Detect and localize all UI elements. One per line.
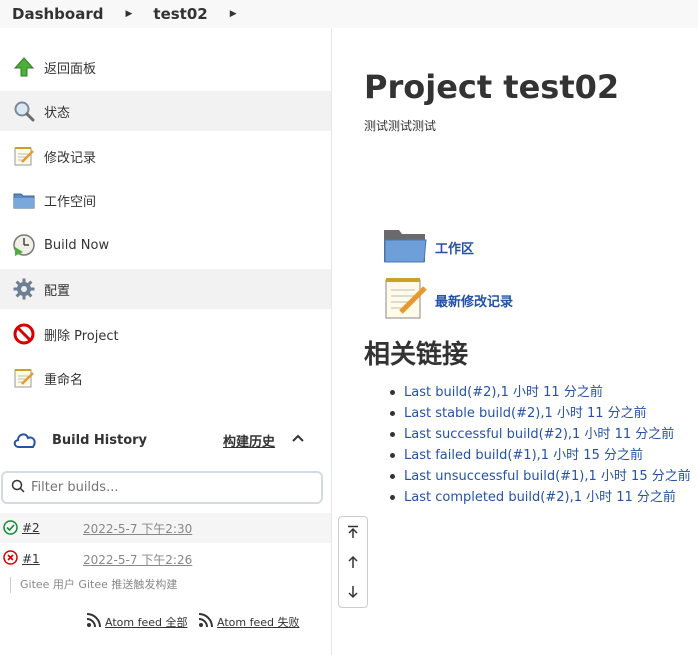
build-row[interactable]: #1 2022-5-7 下午2:26 — [0, 544, 331, 574]
rss-icon — [198, 612, 214, 631]
task-label: 修改记录 — [44, 150, 97, 166]
build-date-link[interactable]: 2022-5-7 下午2:30 — [83, 520, 192, 537]
build-now-icon — [12, 233, 36, 257]
task-label: 工作空间 — [44, 194, 97, 210]
workspace-link-label: 工作区 — [435, 241, 475, 257]
breadcrumb: Dashboard ▶ test02 ▶ — [0, 0, 698, 28]
task-label: Build Now — [44, 237, 110, 253]
success-icon — [3, 520, 18, 538]
search-icon — [12, 99, 36, 123]
task-label: 配置 — [44, 283, 71, 299]
related-links-title: 相关链接 — [364, 340, 469, 370]
task-changes[interactable]: 修改记录 — [0, 136, 331, 176]
build-description: Gitee 用户 Gitee 推送触发构建 — [10, 577, 177, 593]
task-rename[interactable]: 重命名 — [0, 358, 331, 398]
permalink-last-failed-build[interactable]: Last failed build(#1),1 小时 15 分之前 — [386, 445, 691, 466]
cloud-icon — [12, 430, 38, 454]
build-trend-link[interactable]: 构建历史 — [223, 431, 275, 450]
atom-feed-failed-link[interactable]: Atom feed 失败 — [198, 612, 299, 631]
folder-icon — [12, 188, 36, 212]
scroll-up-icon[interactable] — [339, 547, 367, 577]
task-status[interactable]: 状态 — [0, 91, 331, 131]
breadcrumb-chevron-icon[interactable]: ▶ — [125, 9, 132, 19]
filter-builds-field[interactable] — [1, 471, 323, 504]
task-label: 返回面板 — [44, 61, 97, 77]
permalinks-list: Last build(#2),1 小时 11 分之前 Last stable b… — [386, 382, 691, 508]
no-entry-icon — [12, 322, 36, 346]
folder-icon — [383, 226, 427, 268]
breadcrumb-dashboard[interactable]: Dashboard — [12, 5, 103, 23]
task-label: 重命名 — [44, 372, 84, 388]
permalink-last-build[interactable]: Last build(#2),1 小时 11 分之前 — [386, 382, 691, 403]
page-title: Project test02 — [364, 68, 620, 106]
project-description: 测试测试测试 — [364, 119, 437, 133]
permalink-last-successful-build[interactable]: Last successful build(#2),1 小时 11 分之前 — [386, 424, 691, 445]
build-row[interactable]: #2 2022-5-7 下午2:30 — [0, 513, 331, 543]
scroll-to-top-icon[interactable] — [339, 517, 367, 547]
filter-builds-input[interactable] — [31, 480, 311, 495]
build-date-link[interactable]: 2022-5-7 下午2:26 — [83, 551, 192, 568]
task-delete-project[interactable]: 删除 Project — [0, 314, 331, 354]
task-label: 状态 — [44, 105, 71, 121]
feed-label: Atom feed 全部 — [105, 615, 188, 629]
recent-changes-link-label: 最新修改记录 — [435, 294, 514, 310]
task-back-to-dashboard[interactable]: 返回面板 — [0, 47, 331, 87]
permalink-last-stable-build[interactable]: Last stable build(#2),1 小时 11 分之前 — [386, 403, 691, 424]
workspace-link[interactable]: 工作区 — [383, 226, 474, 268]
notepad-icon — [12, 144, 36, 168]
recent-changes-link[interactable]: 最新修改记录 — [383, 276, 513, 324]
search-icon — [11, 478, 25, 497]
task-build-now[interactable]: Build Now — [0, 225, 331, 265]
breadcrumb-chevron-icon[interactable]: ▶ — [230, 9, 237, 19]
scroll-control — [338, 516, 368, 608]
gear-icon — [12, 277, 36, 301]
permalink-last-unsuccessful-build[interactable]: Last unsuccessful build(#1),1 小时 15 分之前 — [386, 466, 691, 487]
permalink-last-completed-build[interactable]: Last completed build(#2),1 小时 11 分之前 — [386, 487, 691, 508]
build-number-link[interactable]: #1 — [22, 552, 40, 566]
build-history-header: Build History 构建历史 — [0, 426, 331, 454]
task-label: 删除 Project — [44, 328, 119, 344]
build-number-link[interactable]: #2 — [22, 521, 40, 535]
build-history-title: Build History — [52, 432, 148, 448]
task-configure[interactable]: 配置 — [0, 269, 331, 309]
atom-feed-all-link[interactable]: Atom feed 全部 — [86, 612, 187, 631]
task-workspace[interactable]: 工作空间 — [0, 180, 331, 220]
notepad-icon — [383, 276, 427, 324]
chevron-up-icon[interactable] — [290, 430, 306, 450]
notepad-icon — [12, 366, 36, 390]
feed-label: Atom feed 失败 — [217, 615, 300, 629]
breadcrumb-project[interactable]: test02 — [153, 5, 207, 23]
up-arrow-icon — [12, 55, 36, 79]
scroll-down-icon[interactable] — [339, 577, 367, 607]
failed-icon — [3, 550, 18, 568]
rss-icon — [86, 612, 102, 631]
